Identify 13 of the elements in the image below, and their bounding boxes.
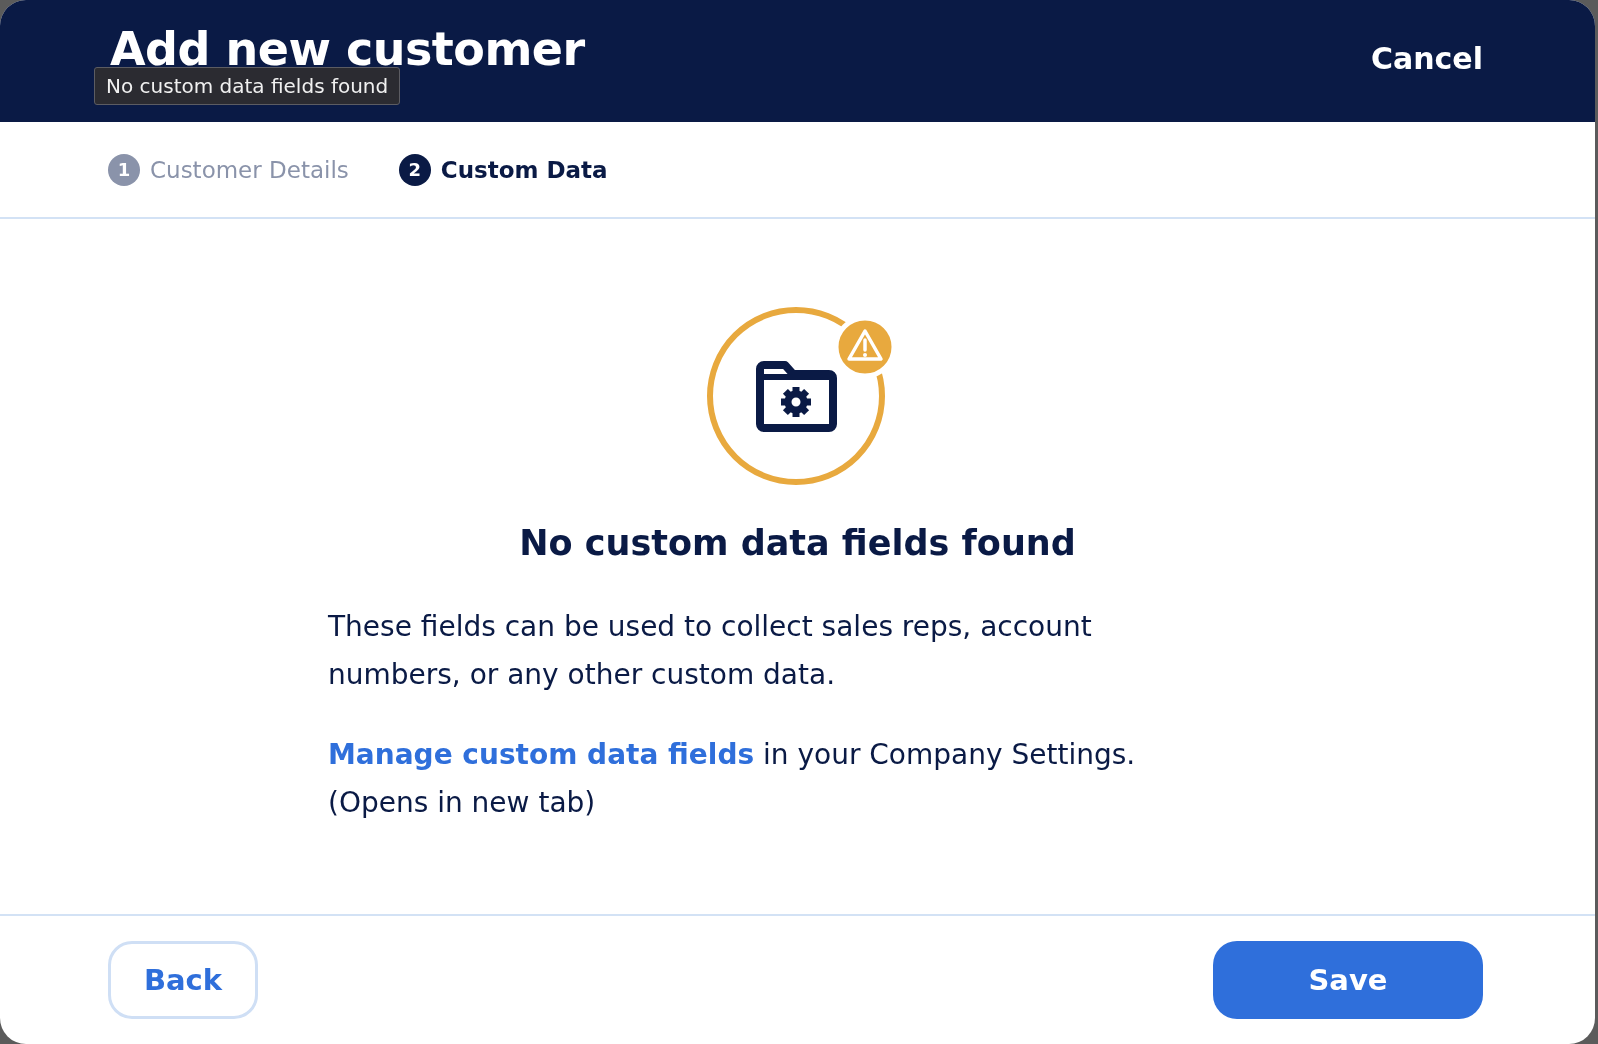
cancel-button[interactable]: Cancel <box>1370 36 1483 80</box>
step-number: 2 <box>398 153 431 186</box>
step-number: 1 <box>108 153 140 186</box>
save-button[interactable]: Save <box>1213 941 1483 1019</box>
folder-gear-warning-icon <box>707 307 893 485</box>
description-text: These fields can be used to collect sales reps, account numbers, or any other custom data. <box>328 609 1093 693</box>
step-label: Customer Details <box>150 156 349 183</box>
back-button[interactable]: Back <box>108 941 258 1019</box>
step-label: Custom Data <box>440 156 608 183</box>
empty-state-heading: No custom data fields found <box>519 522 1076 565</box>
tooltip: No custom data fields found <box>94 67 401 105</box>
manage-fields-link[interactable]: Manage custom data fields <box>328 738 755 771</box>
settings-note-text: Manage custom data fields in your Company Settings. (Opens in new tab) <box>328 737 1137 821</box>
